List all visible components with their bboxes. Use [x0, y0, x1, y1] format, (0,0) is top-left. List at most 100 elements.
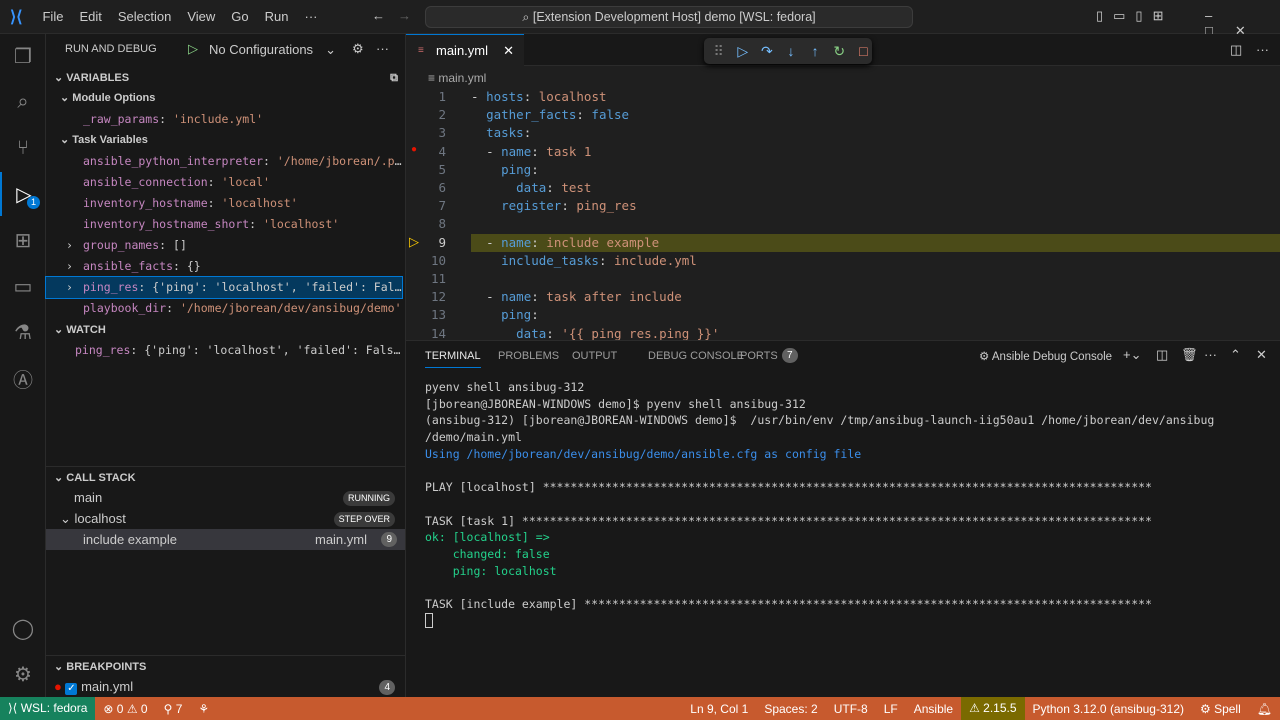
variable-row[interactable]: _raw_params: 'include.yml' — [46, 109, 402, 130]
code-line[interactable]: 4 - name: task 1 — [406, 143, 1280, 161]
code-line[interactable]: 2 gather_facts: false — [406, 106, 1280, 124]
thread-localhost[interactable]: ⌄ localhost — [60, 508, 126, 529]
variable-row[interactable]: ansible_python_interpreter: '/home/jbore… — [46, 151, 402, 172]
menu-run[interactable]: Run — [257, 9, 297, 24]
menu-edit[interactable]: Edit — [71, 9, 109, 24]
variable-row[interactable]: playbook_dir: '/home/jborean/dev/ansibug… — [46, 298, 402, 319]
code-line[interactable]: 9 - name: include example — [406, 234, 1280, 252]
gear-icon[interactable]: ⚙ — [352, 41, 364, 57]
more-actions-icon[interactable]: ··· — [376, 41, 389, 56]
layout-controls[interactable]: ▯▭▯⊞ — [1096, 8, 1173, 24]
code-line[interactable]: 5 ping: — [406, 161, 1280, 179]
encoding[interactable]: UTF-8 — [826, 702, 876, 716]
panel-tab-output[interactable]: OUTPUT — [572, 350, 617, 362]
terminal-selector[interactable]: ⚙ Ansible Debug Console — [979, 349, 1112, 363]
back-icon[interactable]: ← — [372, 8, 385, 23]
search-icon[interactable]: ⌕ — [0, 80, 46, 124]
extensions-icon[interactable]: ⊞ — [0, 218, 46, 262]
account-icon[interactable]: ◯ — [0, 606, 46, 650]
menu-view[interactable]: View — [179, 9, 223, 24]
expand-chevron-icon[interactable]: › — [66, 277, 83, 298]
command-center[interactable]: ⌕ [Extension Development Host] demo [WSL… — [425, 6, 913, 28]
tab-main-yml[interactable]: ≡ main.yml ✕ — [406, 34, 524, 67]
expand-chevron-icon[interactable]: › — [66, 256, 83, 277]
step-into-icon[interactable]: ↓ — [782, 43, 799, 59]
source-control-icon[interactable]: ⑂ — [0, 126, 46, 170]
testing-icon[interactable]: ⚗ — [0, 310, 46, 354]
close-panel-icon[interactable]: ✕ — [1256, 347, 1267, 363]
code-line[interactable]: 1- hosts: localhost — [406, 88, 1280, 106]
continue-icon[interactable]: ▷ — [734, 43, 751, 60]
breakpoints-section-header[interactable]: ⌄ BREAKPOINTS — [46, 655, 406, 677]
explorer-icon[interactable]: ❐ — [0, 34, 46, 78]
breakpoint-item[interactable]: ● ✓ main.yml — [54, 676, 133, 697]
remote-indicator[interactable]: ⟩⟨ WSL: fedora — [0, 697, 96, 720]
variable-row[interactable]: inventory_hostname_short: 'localhost' — [46, 214, 402, 235]
notifications-bell-icon[interactable]: 🔔︎ — [1249, 702, 1280, 716]
variable-row[interactable]: ansible_connection: 'local' — [46, 172, 402, 193]
thread-main[interactable]: main — [74, 487, 102, 508]
launch-config-select[interactable]: No Configurations ⌄ — [209, 42, 336, 58]
problems-indicator[interactable]: ⊗ 0 ⚠ 0 — [95, 702, 155, 716]
menu-file[interactable]: File — [34, 9, 71, 24]
code-line[interactable]: 7 register: ping_res — [406, 197, 1280, 215]
more-actions-icon[interactable]: ··· — [1204, 347, 1217, 362]
ansible-icon[interactable]: Ⓐ — [0, 356, 46, 400]
new-terminal-icon[interactable]: +⌄ — [1123, 347, 1141, 363]
spell-check[interactable]: ⚙ Spell — [1192, 702, 1249, 716]
watch-expression[interactable]: ping_res: {'ping': 'localhost', 'failed'… — [46, 340, 402, 361]
menu-more[interactable]: ··· — [296, 9, 325, 24]
variable-row[interactable]: › ping_res: {'ping': 'localhost', 'failed… — [45, 276, 403, 299]
remote-explorer-icon[interactable]: ▭ — [0, 264, 46, 308]
stop-icon[interactable]: □ — [855, 43, 872, 59]
variable-row[interactable]: › ansible_facts: {} — [46, 256, 402, 277]
close-icon[interactable]: ✕ — [503, 35, 514, 67]
code-line[interactable]: 13 ping: — [406, 306, 1280, 324]
collapse-all-icon[interactable]: ⧉ — [390, 67, 398, 89]
variable-row[interactable]: inventory_hostname: 'localhost' — [46, 193, 402, 214]
split-editor-icon[interactable]: ◫ — [1230, 42, 1242, 58]
maximize-panel-icon[interactable]: ⌃ — [1230, 347, 1241, 363]
start-debug-icon[interactable]: ▷ — [188, 41, 198, 57]
python-interpreter[interactable]: Python 3.12.0 (ansibug-312) — [1025, 702, 1192, 716]
scope-task-variables[interactable]: ⌄ Task Variables — [46, 130, 148, 151]
language-mode[interactable]: Ansible — [906, 702, 961, 716]
settings-gear-icon[interactable]: ⚙ — [0, 652, 46, 696]
code-line[interactable]: 6 data: test — [406, 179, 1280, 197]
cursor-position[interactable]: Ln 9, Col 1 — [682, 702, 756, 716]
code-line[interactable]: 11 — [406, 270, 1280, 288]
indentation[interactable]: Spaces: 2 — [756, 702, 825, 716]
code-line[interactable]: 3 tasks: — [406, 124, 1280, 142]
menu-go[interactable]: Go — [223, 9, 256, 24]
stack-frame[interactable]: include example main.yml 9 — [46, 529, 405, 550]
watch-section-header[interactable]: ⌄ WATCH — [46, 319, 406, 341]
ports-indicator[interactable]: ⚲ 7 — [156, 702, 191, 716]
debug-status-icon[interactable]: ⚘ — [190, 702, 217, 716]
panel-tab-problems[interactable]: PROBLEMS — [498, 350, 559, 362]
ansible-version[interactable]: ⚠ 2.15.5 — [961, 697, 1025, 720]
drag-handle-icon[interactable]: ⠿ — [710, 43, 727, 60]
run-debug-icon[interactable]: ▷ 1 — [0, 172, 46, 216]
code-line[interactable]: 12 - name: task after include — [406, 288, 1280, 306]
code-line[interactable]: 10 include_tasks: include.yml — [406, 252, 1280, 270]
expand-chevron-icon[interactable]: › — [66, 235, 83, 256]
breakpoint-checkbox[interactable]: ✓ — [65, 683, 78, 695]
forward-icon[interactable]: → — [398, 8, 411, 23]
panel-tab-debug-console[interactable]: DEBUG CONSOLE — [648, 350, 744, 362]
panel-tab-terminal[interactable]: TERMINAL — [425, 350, 481, 368]
breadcrumb[interactable]: ≡ main.yml — [428, 71, 486, 85]
menu-selection[interactable]: Selection — [110, 9, 179, 24]
callstack-section-header[interactable]: ⌄ CALL STACK — [46, 466, 406, 488]
scope-module-options[interactable]: ⌄ Module Options — [46, 88, 155, 109]
split-terminal-icon[interactable]: ◫ — [1156, 347, 1168, 363]
restart-icon[interactable]: ↻ — [831, 43, 848, 60]
panel-tab-ports[interactable]: PORTS — [740, 350, 778, 362]
trash-icon[interactable]: 🗑 — [1181, 347, 1198, 363]
eol[interactable]: LF — [876, 702, 906, 716]
step-over-icon[interactable]: ↷ — [758, 43, 775, 60]
variable-row[interactable]: › group_names: [] — [46, 235, 402, 256]
code-line[interactable]: 8 — [406, 215, 1280, 233]
more-actions-icon[interactable]: ··· — [1256, 42, 1269, 57]
variables-section-header[interactable]: ⌄ VARIABLES ⧉ — [46, 67, 406, 89]
step-out-icon[interactable]: ↑ — [807, 43, 824, 59]
